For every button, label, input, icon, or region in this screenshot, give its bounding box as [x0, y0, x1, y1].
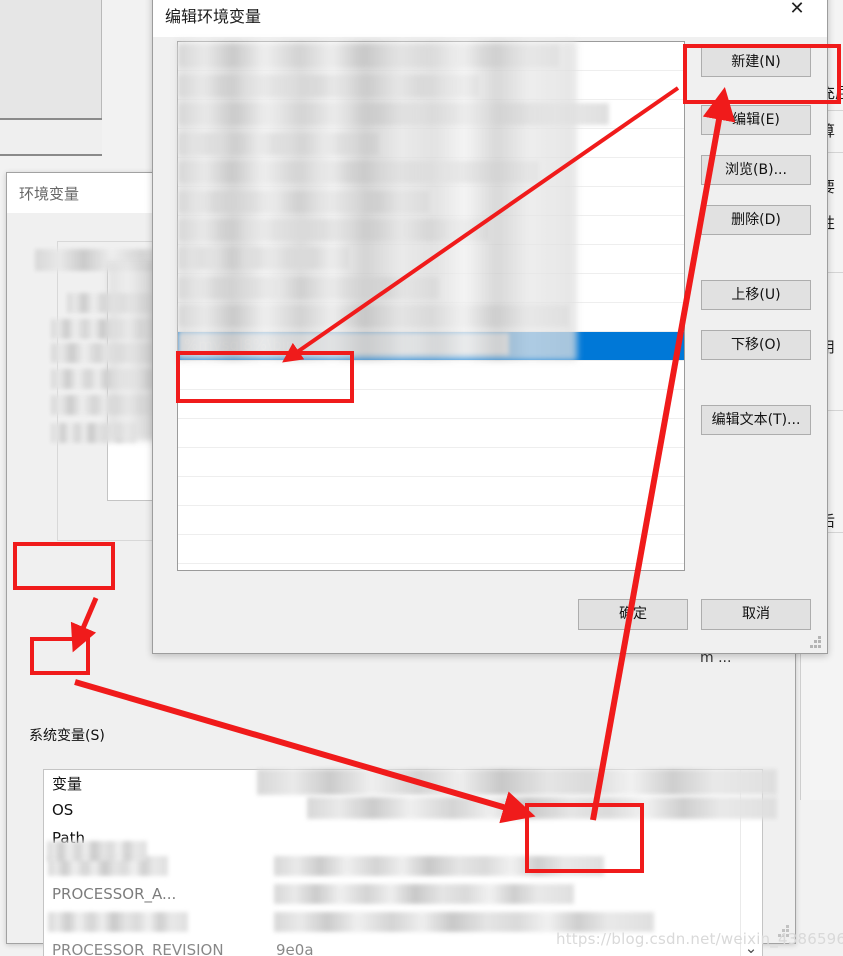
screenshot-root: 充屈 算 要 性 用 后 环境变量 系统变量(S) 变量 OS — [0, 0, 843, 956]
list-item[interactable] — [178, 535, 684, 564]
background-window-left — [0, 0, 102, 120]
env-dialog-title: 环境变量 — [19, 185, 80, 203]
watermark-text: https://blog.csdn.net/weixin_43865969 — [556, 930, 843, 948]
list-item[interactable] — [178, 506, 684, 535]
list-item[interactable] — [178, 448, 684, 477]
path-delete-button[interactable]: 删除(D) — [701, 205, 811, 235]
list-item[interactable] — [178, 390, 684, 419]
system-variables-label: 系统变量(S) — [29, 728, 105, 744]
edit-cancel-button[interactable]: 取消 — [701, 599, 811, 630]
path-new-button[interactable]: 新建(N) — [701, 47, 811, 77]
blurred-text — [47, 841, 147, 861]
blurred-text — [48, 912, 188, 932]
table-row[interactable]: PROCESSOR_A... — [44, 882, 762, 910]
resize-grip-icon[interactable] — [809, 636, 823, 650]
blurred-region — [177, 41, 577, 361]
edit-environment-variable-dialog: 编辑环境变量 ✕ %mysql8%\bin — [152, 0, 828, 654]
list-item[interactable] — [178, 419, 684, 448]
path-move-up-button[interactable]: 上移(U) — [701, 280, 811, 310]
background-window-left-strip — [0, 118, 102, 156]
list-item[interactable] — [178, 477, 684, 506]
close-icon[interactable]: ✕ — [775, 0, 819, 25]
blurred-text — [307, 797, 777, 819]
path-edit-button[interactable]: 编辑(E) — [701, 105, 811, 135]
cell-variable-value: 9e0a — [276, 941, 314, 956]
table-row-path[interactable]: Path — [44, 826, 762, 854]
path-move-down-button[interactable]: 下移(O) — [701, 330, 811, 360]
blurred-text — [257, 769, 777, 795]
edit-ok-button[interactable]: 确定 — [578, 599, 688, 630]
path-browse-button[interactable]: 浏览(B)... — [701, 155, 811, 185]
blurred-text — [274, 856, 604, 876]
list-item[interactable] — [178, 361, 684, 390]
edit-dialog-title: 编辑环境变量 — [165, 7, 262, 26]
cell-variable-name: 变量 — [52, 775, 83, 793]
table-row[interactable] — [44, 854, 762, 882]
blurred-text — [274, 912, 654, 932]
cell-variable-name: PROCESSOR_A... — [52, 885, 177, 903]
blurred-text — [274, 884, 574, 904]
cell-variable-name: OS — [52, 801, 74, 819]
cell-variable-name: PROCESSOR_REVISION — [52, 941, 224, 956]
path-edit-text-button[interactable]: 编辑文本(T)... — [701, 405, 811, 435]
